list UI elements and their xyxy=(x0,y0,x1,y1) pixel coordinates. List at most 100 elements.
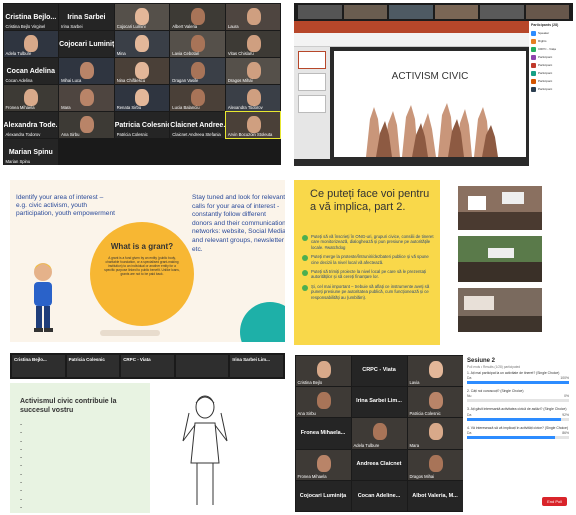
video-thumb[interactable] xyxy=(434,5,478,19)
participant-tile[interactable]: Andreea Claicnet xyxy=(351,449,407,481)
video-thumb[interactable]: CRPC - Viata xyxy=(121,355,174,377)
participant-tile[interactable]: Dragan Vasile xyxy=(170,57,225,84)
participant-tile[interactable]: Mara xyxy=(59,84,114,111)
participant-tile[interactable]: Lavia Cebotari xyxy=(170,30,225,57)
video-thumb[interactable] xyxy=(389,5,433,19)
participant-tile[interactable]: Alexandra Todorov xyxy=(225,84,281,111)
participant-tile[interactable]: Fronea Mihaela xyxy=(3,84,59,111)
participant-name: CRPC - Viața xyxy=(538,47,556,51)
participant-row[interactable]: CRPC - Viața xyxy=(529,45,573,53)
participant-tile[interactable]: Cristina Bejlo xyxy=(295,355,351,386)
participant-label: Renata Sirbu xyxy=(116,104,142,110)
participant-name: Alexandra Tode... xyxy=(3,121,59,129)
video-thumb[interactable] xyxy=(298,5,342,19)
slide-thumb[interactable] xyxy=(298,73,326,91)
participant-tile[interactable]: Cojocari Luminița xyxy=(59,30,114,57)
participant-tile[interactable]: Cojocari Lumini xyxy=(114,3,170,30)
participant-tile[interactable]: Cristina Bejlo... Cristina Bejlo Virginel xyxy=(3,3,59,30)
participant-tile[interactable]: Patricia Colesnic xyxy=(407,386,463,418)
participant-tile[interactable]: Mina xyxy=(114,30,170,57)
involvement-slide: Ce puteți face voi pentru a vă implica, … xyxy=(294,180,574,345)
participant-row[interactable]: Rights xyxy=(529,37,573,45)
participant-face xyxy=(246,115,261,133)
participant-row[interactable]: Participant xyxy=(529,85,573,93)
participant-tile[interactable]: Ana Sirbu xyxy=(59,111,114,138)
list-item: Și, cel mai important – trebuie să aflaț… xyxy=(302,284,436,300)
participant-tile[interactable]: Albert Valeria xyxy=(170,3,225,30)
participant-tile[interactable]: Vitas Chislaru xyxy=(225,30,281,57)
participant-label: Ana Sirbu xyxy=(297,411,316,417)
item-text: Puteți să trimiți proiecte la nivel loca… xyxy=(311,269,427,280)
protest-photo-1 xyxy=(458,186,542,230)
slide-thumbnails[interactable] xyxy=(294,47,330,159)
participant-label: Mara xyxy=(61,104,71,110)
participant-tile[interactable]: Patricia Colesnic Patricia Colesnic xyxy=(114,111,170,138)
poll-panel: Sesiune 2 Poll ends • Results (1/28) par… xyxy=(463,355,573,512)
check-icon xyxy=(302,255,308,262)
video-strip: Cristina Bejlo... Patricia Colesnic CRPC -… xyxy=(10,353,285,379)
participant-tile[interactable]: Fronea Mihaela xyxy=(295,449,351,481)
circle-text: A grant is a fund given by an entity (pu… xyxy=(104,256,180,276)
video-strip xyxy=(294,3,573,21)
participant-face xyxy=(79,61,94,79)
check-icon xyxy=(302,270,308,277)
participant-tile[interactable]: Nina Chifăescu xyxy=(114,57,170,84)
answer-label: Nu xyxy=(467,394,472,399)
participant-tile[interactable]: Alexandra Tode... Alexandra Todorov xyxy=(3,111,59,138)
video-thumb[interactable] xyxy=(343,5,387,19)
video-thumb[interactable]: Cristina Bejlo... xyxy=(12,355,65,377)
ppt-toolbar[interactable] xyxy=(294,33,529,47)
participant-tile[interactable]: Irina Sarbei Lim... xyxy=(351,386,407,418)
video-thumb[interactable] xyxy=(525,5,569,19)
avatar xyxy=(531,62,536,68)
participant-tile[interactable]: Albot Valeria, M... xyxy=(407,481,463,512)
participant-row[interactable]: Participant xyxy=(529,61,573,69)
participant-tile[interactable]: Arvin Bocuzoin Stoleuta xyxy=(224,110,281,139)
slide-thumb[interactable] xyxy=(298,51,326,69)
participant-tile[interactable]: Laura xyxy=(225,3,281,30)
participant-face xyxy=(191,7,206,25)
participant-face xyxy=(316,454,331,472)
video-thumb[interactable] xyxy=(175,355,229,377)
video-thumb[interactable]: Irina Sarbei Lim... xyxy=(230,355,283,377)
participant-name: Irina Sarbei Lim... xyxy=(232,357,270,362)
video-thumb[interactable]: Patricia Colesnic xyxy=(66,355,120,377)
participant-tile[interactable]: Lucia Balanciu xyxy=(170,84,225,111)
participant-face xyxy=(135,61,150,79)
participant-tile[interactable]: Marian Spinu Marian Spinu xyxy=(3,138,59,165)
participant-tile[interactable]: Cocan Adeline... xyxy=(351,481,407,512)
video-thumb[interactable] xyxy=(480,5,524,19)
participant-tile[interactable]: Irina Sarbei Irina Sarbei xyxy=(59,3,114,30)
participant-row[interactable]: Participant xyxy=(529,53,573,61)
list-item: - xyxy=(20,479,23,487)
answer-label: Da xyxy=(467,412,472,417)
participant-row[interactable]: Speaker xyxy=(529,29,573,37)
participant-row[interactable]: Participant xyxy=(529,77,573,85)
question-text: 1. Ați mai participat la un activitate d… xyxy=(467,371,560,375)
participant-tile[interactable]: Dragos Mihai xyxy=(225,57,281,84)
participant-row[interactable]: Participant xyxy=(529,69,573,77)
end-poll-button[interactable]: End Poll xyxy=(542,497,567,506)
participant-tile[interactable]: Renata Sirbu xyxy=(114,84,170,111)
participant-tile[interactable]: Adela Tulbure xyxy=(3,30,59,57)
slide-thumb[interactable] xyxy=(298,95,326,113)
participant-tile[interactable]: Mihai Luca xyxy=(59,57,114,84)
participant-tile[interactable]: Fronea Mihaela... xyxy=(295,418,351,449)
participant-tile[interactable]: Claicnet Andree... Claicnet Andreea Stefa… xyxy=(170,111,225,138)
list-item: Puteți să trimiți proiecte la nivel loca… xyxy=(302,269,436,280)
participant-tile[interactable]: Adela Tulbure xyxy=(351,418,407,449)
participant-tile[interactable]: CRPC - Viata xyxy=(351,355,407,386)
participant-name: Irina Sarbei Lim... xyxy=(356,398,402,405)
answer-row: Da 92% xyxy=(467,413,569,417)
participant-face xyxy=(372,423,387,441)
answer-row: Nu 0% xyxy=(467,394,569,398)
participant-tile[interactable]: Cocan Adelina Cocan Adelina xyxy=(3,57,59,84)
poll-question: 4. Vă interesează să vă implicați în act… xyxy=(467,426,569,439)
participant-tile[interactable]: Ana Sirbu xyxy=(295,386,351,418)
participant-tile[interactable]: Cojocari Luminița xyxy=(295,481,351,512)
answer-bar xyxy=(467,435,569,439)
participant-tile[interactable]: Dragos Mihai xyxy=(407,449,463,481)
participant-tile[interactable]: Lavia xyxy=(407,355,463,386)
list-item: - xyxy=(20,421,23,428)
participant-tile[interactable]: Mara xyxy=(407,418,463,449)
